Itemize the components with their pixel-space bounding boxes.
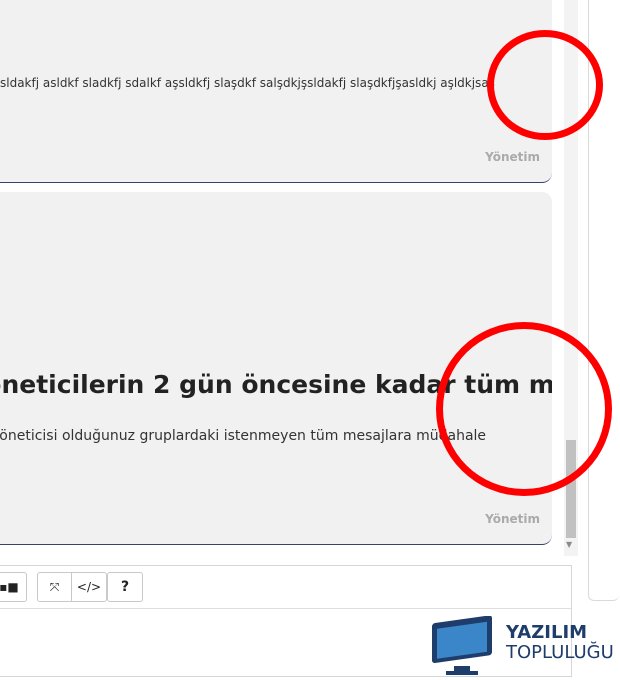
- logo-line1: YAZILIM: [506, 622, 588, 643]
- message-text: te, yöneticisi olduğunuz gruplardaki ist…: [0, 428, 487, 444]
- fullscreen-icon[interactable]: ⤧: [38, 573, 72, 601]
- message-list-scrollbar[interactable]: ▼: [564, 0, 578, 556]
- monitor-logo-icon: [432, 615, 492, 675]
- video-icon[interactable]: ▪■: [0, 573, 26, 601]
- scrollbar-thumb[interactable]: [566, 440, 576, 538]
- toolbar-group-media: ▪■: [0, 572, 27, 602]
- editor-toolbar: ▪■ ⤧ </> ?: [0, 566, 571, 609]
- message-text: sldakfj asldkf sladkfj sdalkf aşsldkfj s…: [0, 76, 495, 90]
- message-sender: Yönetim: [485, 150, 540, 164]
- help-button[interactable]: ?: [108, 573, 142, 601]
- message-sender: Yönetim: [485, 512, 540, 526]
- message-card: sldakfj asldkf sladkfj sdalkf aşsldkfj s…: [0, 0, 552, 183]
- toolbar-group-view: ⤧ </>: [37, 572, 107, 602]
- scroll-down-arrow-icon[interactable]: ▼: [566, 540, 572, 549]
- code-view-button[interactable]: </>: [72, 573, 106, 601]
- side-panel: [588, 0, 619, 601]
- toolbar-group-help: ?: [107, 572, 143, 602]
- message-title: yöneticilerin 2 gün öncesine kadar tüm m…: [0, 370, 552, 399]
- logo: YAZILIM TOPLULUĞU: [428, 615, 620, 676]
- message-list[interactable]: sldakfj asldkf sladkfj sdalkf aşsldkfj s…: [0, 0, 580, 560]
- message-card: yöneticilerin 2 gün öncesine kadar tüm m…: [0, 192, 552, 545]
- logo-line2: TOPLULUĞU: [506, 642, 614, 663]
